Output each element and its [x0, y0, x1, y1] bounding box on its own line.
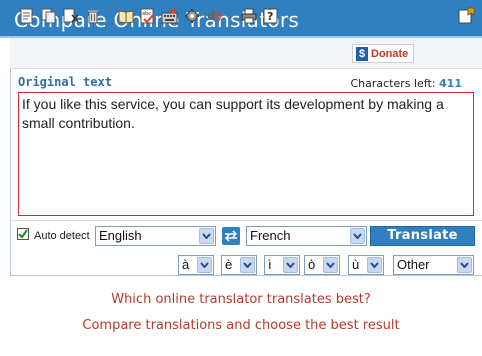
chevron-down-icon [367, 257, 382, 273]
svg-text:?: ? [267, 10, 273, 23]
bookmark-icon[interactable] [458, 7, 475, 24]
checkmark-icon [18, 229, 28, 239]
chevron-down-icon [457, 257, 472, 273]
special-char-value: è [225, 257, 233, 272]
new-document-icon[interactable] [18, 7, 35, 24]
characters-left-count: 411 [439, 77, 462, 90]
original-text-label: Original text [18, 75, 112, 89]
print-icon[interactable] [240, 7, 257, 24]
chevron-down-icon [323, 257, 338, 273]
special-char-other-value: Other [397, 257, 430, 272]
swap-icon [224, 230, 238, 242]
cut-icon[interactable] [62, 7, 79, 24]
delete-icon[interactable] [84, 7, 101, 24]
special-char-select-e[interactable]: è [221, 255, 257, 275]
dictionary-icon[interactable] [117, 7, 134, 24]
swap-languages-button[interactable] [222, 227, 240, 245]
special-char-select-a[interactable]: à [178, 255, 214, 275]
speaker-icon[interactable] [205, 7, 222, 24]
settings-icon[interactable] [183, 7, 200, 24]
characters-left-label: Characters left: [350, 77, 436, 90]
translate-button[interactable]: Translate [370, 226, 475, 246]
target-language-value: French [250, 228, 291, 243]
special-char-value: ì [268, 257, 272, 272]
spellcheck-icon[interactable]: abc [139, 7, 156, 24]
chevron-down-icon [350, 228, 365, 244]
copy-icon[interactable] [40, 7, 57, 24]
characters-left: Characters left: 411 [350, 77, 462, 90]
source-language-value: English [99, 228, 142, 243]
dollar-icon: $ [356, 46, 368, 61]
divider [10, 220, 482, 221]
donate-button[interactable]: $ Donate [352, 44, 414, 63]
special-char-value: ò [308, 257, 316, 272]
source-text-input[interactable]: If you like this service, you can suppor… [18, 92, 474, 216]
auto-detect-checkbox[interactable] [17, 228, 29, 240]
svg-text:abc: abc [142, 11, 151, 17]
special-char-select-o[interactable]: ò [304, 255, 340, 275]
target-language-select[interactable]: French [246, 226, 367, 246]
chevron-down-icon [283, 257, 298, 273]
auto-detect-label: Auto detect [34, 230, 90, 242]
special-char-value: ù [352, 257, 360, 272]
special-char-select-other[interactable]: Other [393, 255, 474, 275]
chevron-down-icon [240, 257, 255, 273]
special-char-value: à [182, 257, 190, 272]
special-char-select-u[interactable]: ù [348, 255, 384, 275]
tagline-subtitle: Compare translations and choose the best… [82, 318, 400, 333]
special-char-select-i[interactable]: ì [264, 255, 300, 275]
chevron-down-icon [197, 257, 212, 273]
tagline-question: Which online translator translates best? [111, 292, 371, 307]
source-language-select[interactable]: English [95, 226, 216, 246]
chevron-down-icon [199, 228, 214, 244]
donate-label: Donate [371, 47, 409, 60]
virtual-keyboard-icon[interactable] [161, 7, 178, 24]
help-icon[interactable]: ? [262, 7, 279, 24]
